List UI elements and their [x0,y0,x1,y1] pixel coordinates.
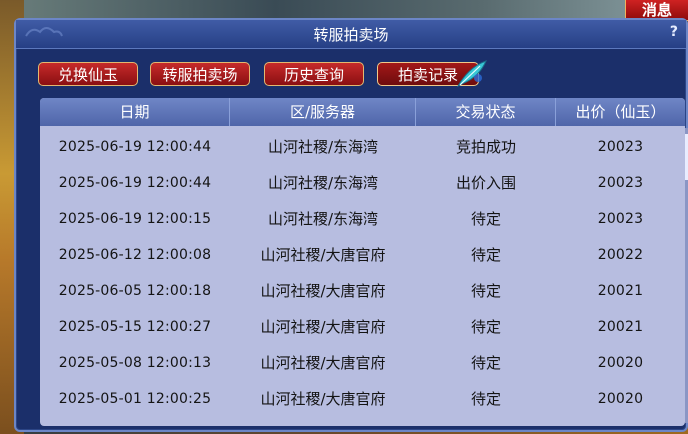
table-row[interactable]: 2025-05-08 12:00:13 山河社稷/大唐官府 待定 20020 [40,345,685,381]
cell-status: 出价入围 [455,174,516,192]
cell-bid: 20022 [597,247,644,263]
cell-server: 山河社稷/大唐官府 [260,354,386,372]
header-date: 日期 [40,98,230,126]
cell-date: 2025-06-12 12:00:08 [58,247,212,263]
header-bid: 出价（仙玉） [575,103,666,121]
window-title: 转服拍卖场 [313,26,389,44]
cell-server: 山河社稷/大唐官府 [260,282,386,300]
cell-date: 2025-06-05 12:00:18 [58,283,212,299]
cell-bid: 20023 [597,175,644,191]
cell-status: 待定 [470,210,501,228]
cell-bid: 20021 [597,283,644,299]
cell-server: 山河社稷/大唐官府 [260,318,386,336]
cell-bid: 20021 [597,319,644,335]
cell-status: 待定 [470,282,501,300]
tab-history-query[interactable]: 历史查询 [264,62,364,86]
cell-server: 山河社稷/大唐官府 [260,390,386,408]
table-row[interactable]: 2025-06-19 12:00:44 山河社稷/东海湾 出价入围 20023 [40,165,685,201]
cell-server: 山河社稷/东海湾 [267,138,379,156]
cell-date: 2025-06-19 12:00:15 [58,211,212,227]
window-titlebar[interactable]: 转服拍卖场 ? [16,20,686,49]
table-row[interactable]: 2025-06-19 12:00:44 山河社稷/东海湾 竞拍成功 20023 [40,129,685,165]
cell-server: 山河社稷/大唐官府 [260,246,386,264]
cell-date: 2025-05-15 12:00:27 [58,319,212,335]
game-background-top [0,0,688,18]
cell-bid: 20020 [597,355,644,371]
cell-status: 待定 [470,246,501,264]
cell-date: 2025-05-01 12:00:25 [58,391,212,407]
header-status: 交易状态 [416,98,556,126]
cell-bid: 20023 [597,211,644,227]
cell-status: 待定 [470,354,501,372]
auction-records-table: 日期 区/服务器 交易状态 出价（仙玉） 2025-06-19 12:00:44… [40,98,685,426]
table-row[interactable]: 2025-05-01 12:00:25 山河社稷/大唐官府 待定 20020 [40,381,685,417]
table-row[interactable]: 2025-05-15 12:00:27 山河社稷/大唐官府 待定 20021 [40,309,685,345]
cell-bid: 20023 [597,139,644,155]
cell-bid: 20020 [597,391,644,407]
header-server: 区/服务器 [230,98,416,126]
table-header: 日期 区/服务器 交易状态 出价（仙玉） [40,98,685,126]
tab-exchange-xianyu[interactable]: 兑换仙玉 [38,62,138,86]
cell-server: 山河社稷/东海湾 [267,210,379,228]
help-button[interactable]: ? [670,24,678,40]
cell-date: 2025-06-19 12:00:44 [58,175,212,191]
cell-status: 待定 [470,390,501,408]
tab-transfer-auction[interactable]: 转服拍卖场 [150,62,250,86]
table-row[interactable]: 2025-06-05 12:00:18 山河社稷/大唐官府 待定 20021 [40,273,685,309]
cell-status: 竞拍成功 [455,138,516,156]
table-row[interactable]: 2025-06-19 12:00:15 山河社稷/东海湾 待定 20023 [40,201,685,237]
cell-date: 2025-05-08 12:00:13 [58,355,212,371]
quill-feather-icon [456,60,487,88]
auction-window: 转服拍卖场 ? 兑换仙玉 转服拍卖场 历史查询 拍卖记录 日期 区/服务器 交易… [14,18,688,432]
cell-date: 2025-06-19 12:00:44 [58,139,212,155]
cell-server: 山河社稷/东海湾 [267,174,379,192]
cell-status: 待定 [470,318,501,336]
table-row[interactable]: 2025-06-12 12:00:08 山河社稷/大唐官府 待定 20022 [40,237,685,273]
